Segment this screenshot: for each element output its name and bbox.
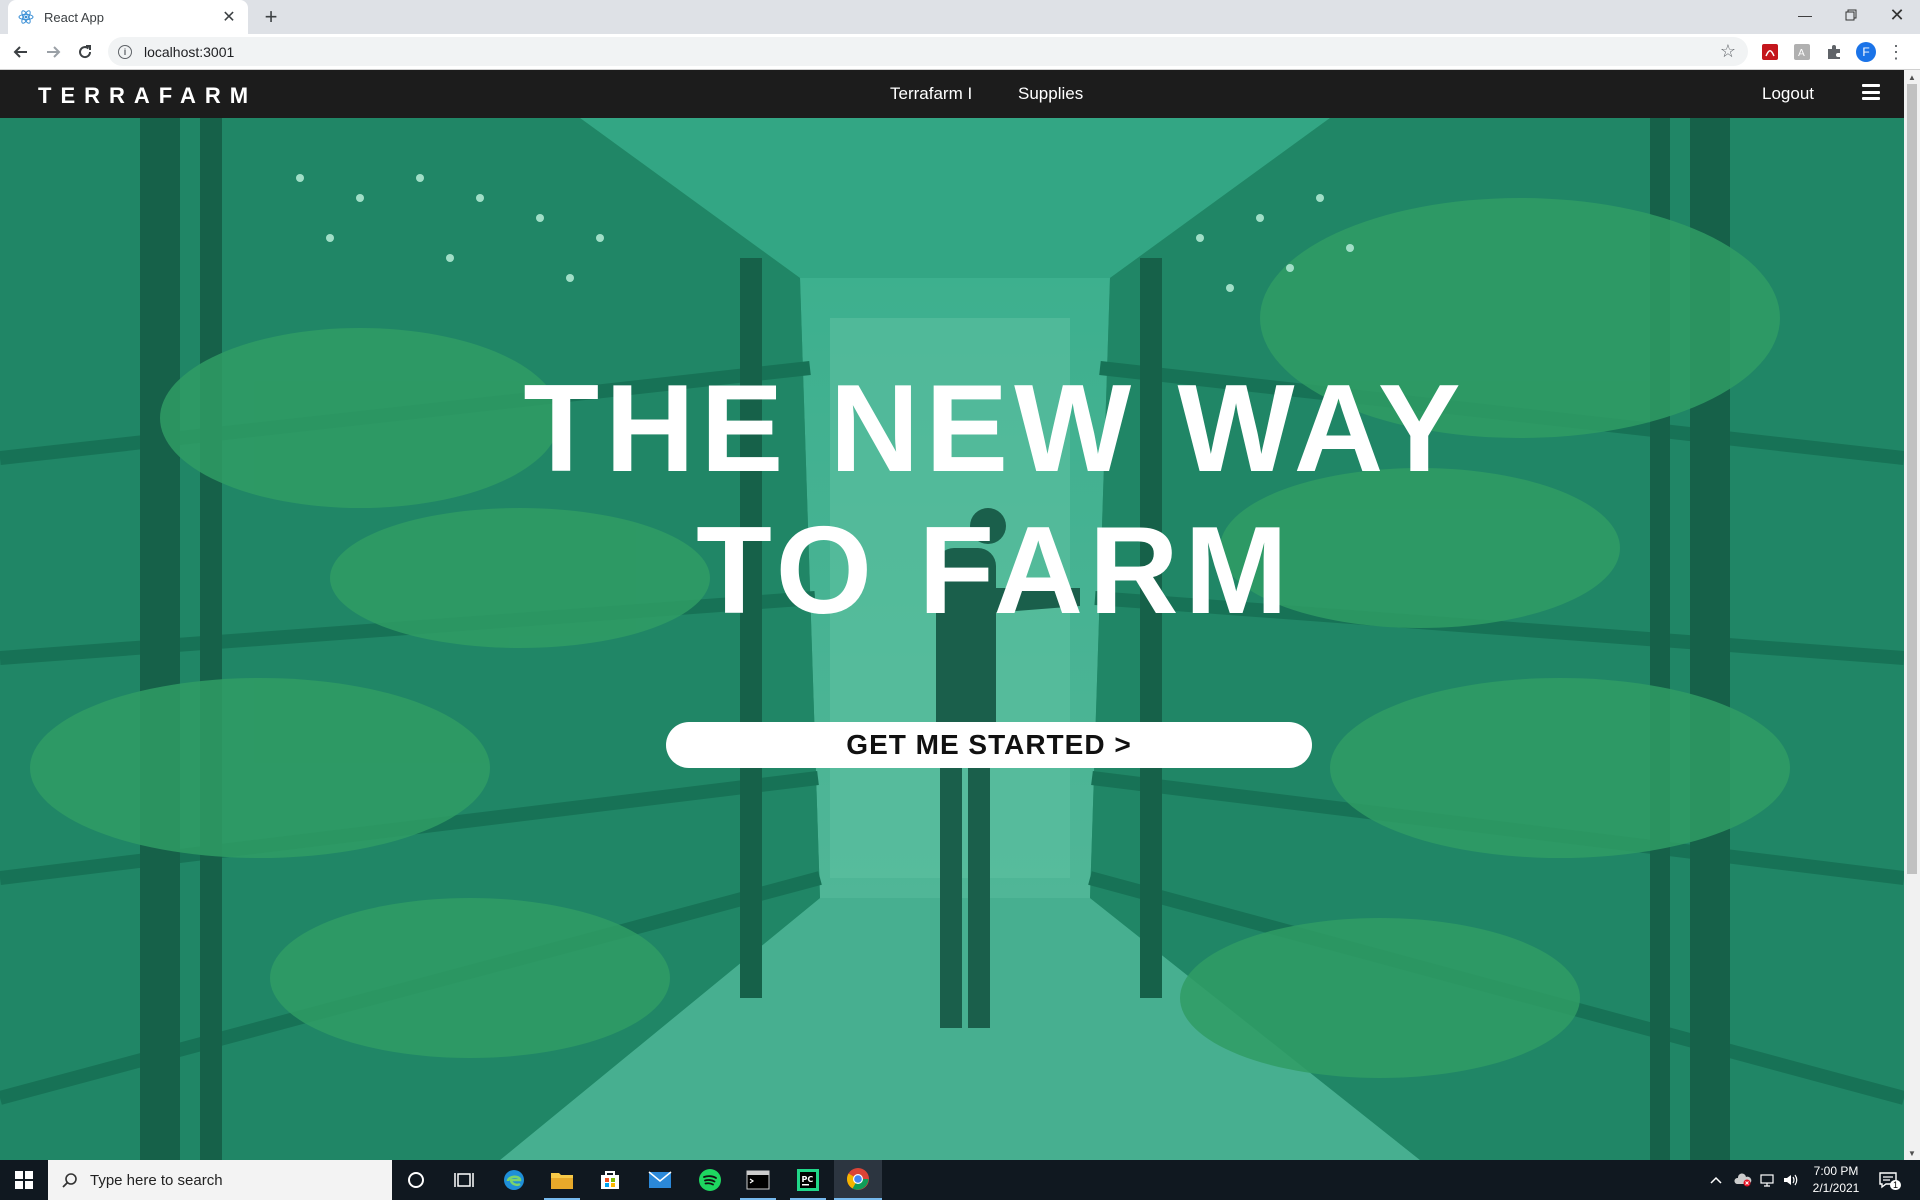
pycharm-icon[interactable]: PC (784, 1160, 832, 1200)
profile-initial: F (1856, 42, 1876, 62)
action-center-icon[interactable]: 1 (1878, 1160, 1902, 1200)
profile-avatar[interactable]: F (1856, 42, 1876, 62)
file-explorer-icon[interactable] (538, 1160, 586, 1200)
hero-headline: THE NEW WAY TO FARM (0, 358, 1904, 642)
scrollbar-thumb[interactable] (1907, 84, 1917, 874)
tab-title: React App (44, 9, 104, 25)
windows-taskbar: Type here to search PC 7:00 PM 2/1/2021 … (0, 1160, 1920, 1200)
nav-link-supplies[interactable]: Supplies (1018, 84, 1083, 104)
browser-tab-strip: React App ✕ + — ✕ (0, 0, 1920, 34)
close-tab-icon[interactable]: ✕ (220, 7, 238, 27)
browser-tab[interactable]: React App ✕ (8, 0, 248, 34)
app-navbar: TERRAFARM Terrafarm I Supplies Logout (0, 70, 1904, 118)
svg-text:A: A (1798, 48, 1805, 59)
clock-time: 7:00 PM (1813, 1164, 1859, 1178)
onedrive-sync-icon[interactable] (1734, 1160, 1752, 1200)
page-scrollbar[interactable]: ▲ ▼ (1904, 70, 1920, 1160)
hamburger-menu-icon[interactable] (1862, 84, 1880, 100)
get-started-button[interactable]: GET ME STARTED > (666, 722, 1312, 768)
terminal-icon[interactable] (734, 1160, 782, 1200)
show-hidden-icons[interactable] (1710, 1160, 1722, 1200)
scroll-up-icon[interactable]: ▲ (1904, 70, 1920, 84)
restore-button[interactable] (1828, 0, 1874, 30)
notification-count-badge: 1 (1890, 1180, 1902, 1190)
edge-icon[interactable] (490, 1160, 538, 1200)
volume-icon[interactable] (1782, 1160, 1800, 1200)
nav-link-terrafarm[interactable]: Terrafarm I (890, 84, 972, 104)
minimize-button[interactable]: — (1782, 0, 1828, 30)
address-bar[interactable]: i localhost:3001 ☆ (108, 37, 1748, 66)
hero-section: THE NEW WAY TO FARM GET ME STARTED > (0, 118, 1904, 1160)
back-icon[interactable] (9, 40, 33, 64)
hero-headline-line2: TO FARM (696, 502, 1294, 640)
extensions-puzzle-icon[interactable] (1824, 42, 1844, 62)
scroll-down-icon[interactable]: ▼ (1904, 1146, 1920, 1160)
cortana-icon[interactable] (392, 1160, 440, 1200)
reload-icon[interactable] (73, 40, 97, 64)
terrafarm-logo[interactable]: TERRAFARM (38, 83, 257, 109)
bookmark-star-icon[interactable]: ☆ (1720, 41, 1736, 62)
new-tab-button[interactable]: + (258, 4, 284, 30)
search-icon (62, 1173, 77, 1188)
network-icon[interactable] (1758, 1160, 1776, 1200)
windows-start-button[interactable] (0, 1160, 48, 1200)
hero-headline-line1: THE NEW WAY (523, 360, 1467, 498)
logout-link[interactable]: Logout (1762, 84, 1814, 104)
translate-extension-icon[interactable]: A (1792, 42, 1812, 62)
windows-logo-icon (15, 1171, 33, 1189)
task-view-icon[interactable] (440, 1160, 488, 1200)
chrome-icon[interactable] (834, 1160, 882, 1200)
browser-menu-icon[interactable]: ⋮ (1886, 42, 1906, 62)
app-viewport: TERRAFARM Terrafarm I Supplies Logout TH… (0, 70, 1904, 1160)
svg-text:PC: PC (802, 1175, 814, 1184)
close-window-button[interactable]: ✕ (1874, 0, 1920, 30)
mail-icon[interactable] (636, 1160, 684, 1200)
store-icon[interactable] (586, 1160, 634, 1200)
site-info-icon[interactable]: i (118, 44, 132, 59)
search-placeholder: Type here to search (90, 1171, 223, 1189)
url-text: localhost:3001 (144, 43, 235, 60)
react-icon (18, 9, 34, 25)
pdf-extension-icon[interactable] (1760, 42, 1780, 62)
taskbar-search-box[interactable]: Type here to search (48, 1160, 392, 1200)
clock-date: 2/1/2021 (1812, 1181, 1860, 1195)
taskbar-clock[interactable]: 7:00 PM 2/1/2021 (1806, 1163, 1866, 1197)
forward-icon[interactable] (41, 40, 65, 64)
spotify-icon[interactable] (686, 1160, 734, 1200)
browser-toolbar: i localhost:3001 ☆ A F ⋮ (0, 34, 1920, 70)
